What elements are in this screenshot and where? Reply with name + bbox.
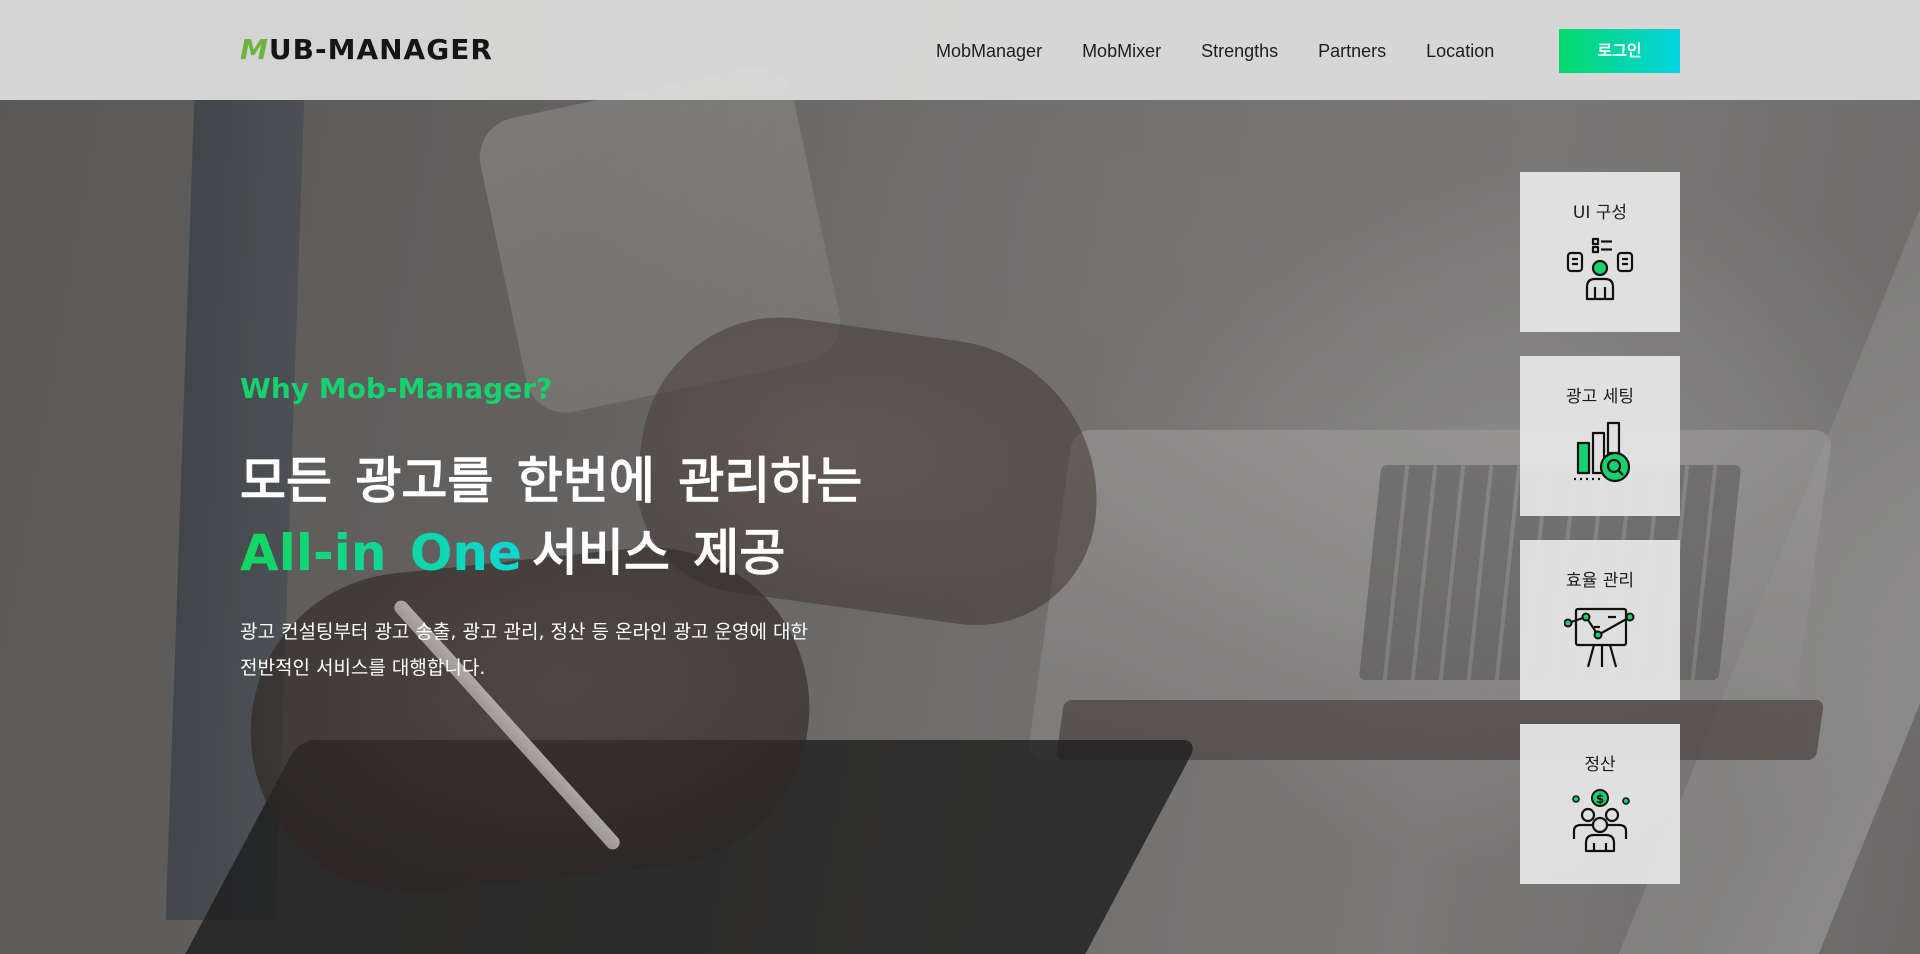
headline-line-2: 서비스 제공 (531, 524, 786, 582)
card-label: 정산 (1584, 755, 1616, 775)
card-label: 효율 관리 (1566, 571, 1634, 591)
description-line-1: 광고 컨설팅부터 광고 송출, 광고 관리, 정산 등 온라인 광고 운영에 대… (240, 621, 808, 643)
bar-chart-search-icon (1574, 421, 1631, 483)
nav-partners[interactable]: Partners (1318, 38, 1386, 64)
card-label: UI 구성 (1572, 203, 1628, 223)
card-ad-setting[interactable]: 광고 세팅 (1520, 356, 1680, 516)
description-line-2: 전반적인 서비스를 대행합니다. (240, 657, 486, 679)
nav-mobmanager[interactable]: MobManager (936, 38, 1042, 64)
svg-text:$: $ (1596, 792, 1604, 806)
ui-layout-person-icon (1566, 237, 1634, 301)
login-button[interactable]: 로그인 (1559, 29, 1680, 73)
nav-mobmixer[interactable]: MobMixer (1082, 38, 1161, 64)
card-ui-config[interactable]: UI 구성 (1520, 172, 1680, 332)
site-logo[interactable]: MUB-MANAGER (240, 35, 493, 65)
team-dollar-icon: $ (1572, 789, 1630, 853)
hero-description: 광고 컨설팅부터 광고 송출, 광고 관리, 정산 등 온라인 광고 운영에 대… (240, 614, 880, 686)
hero-headline: 모든 광고를 한번에 관리하는 All-in One 서비스 제공 (240, 445, 862, 589)
headline-highlight: All-in One (240, 524, 522, 582)
card-settlement[interactable]: 정산 $ (1520, 724, 1680, 884)
logo-text: UB-MANAGER (268, 33, 493, 66)
hero-eyebrow: Why Mob-Manager? (240, 372, 553, 405)
nav-location[interactable]: Location (1426, 38, 1494, 64)
card-efficiency[interactable]: 효율 관리 (1520, 540, 1680, 700)
site-header: MUB-MANAGER MobManager MobMixer Strength… (0, 0, 1920, 100)
logo-mark: M (240, 33, 269, 66)
presentation-board-icon (1564, 607, 1635, 668)
card-label: 광고 세팅 (1566, 387, 1634, 407)
nav-strengths[interactable]: Strengths (1201, 38, 1278, 64)
main-nav: MobManager MobMixer Strengths Partners L… (936, 38, 1534, 64)
headline-line-1: 모든 광고를 한번에 관리하는 (240, 452, 863, 510)
